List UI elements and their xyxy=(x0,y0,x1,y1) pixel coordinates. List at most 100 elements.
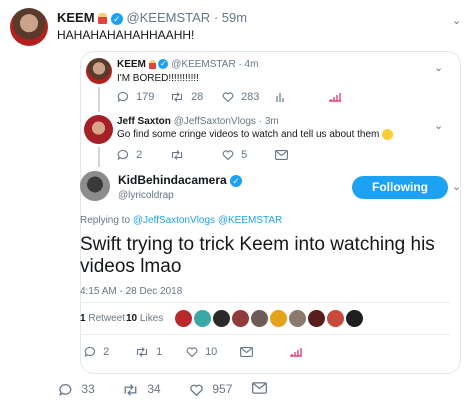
reply-button[interactable]: 33 xyxy=(58,382,95,397)
thread-author-name[interactable]: KEEM xyxy=(117,59,146,70)
analytics-icon xyxy=(329,93,341,102)
focus-author-line: KidBehindacamera ✓ xyxy=(118,173,243,187)
popcorn-icon xyxy=(98,13,108,25)
retweets-summary[interactable]: 1 Retweet xyxy=(80,313,125,324)
chevron-down-icon[interactable]: ⌄ xyxy=(452,180,461,193)
reply-button[interactable]: 2 xyxy=(117,149,142,161)
popcorn-icon xyxy=(148,59,156,69)
thread-tweet-time[interactable]: · 3m xyxy=(259,116,279,127)
keem-avatar[interactable] xyxy=(10,8,48,46)
thread-tweet-1-text: I'M BORED!!!!!!!!!!! xyxy=(117,73,199,84)
reply-icon xyxy=(117,150,129,161)
focus-tweet-text-line-1: Swift trying to trick Keem into watching… xyxy=(80,234,435,255)
heart-icon xyxy=(190,384,203,396)
retweet-button[interactable]: 34 xyxy=(122,382,161,397)
verified-icon: ✓ xyxy=(230,174,243,187)
focus-tweet-timestamp[interactable]: 4:15 AM - 28 Dec 2018 xyxy=(80,286,182,297)
thread-tweet-2-header: Jeff Saxton @JeffSaxtonVlogs · 3m xyxy=(117,116,279,127)
liker-avatar[interactable] xyxy=(308,310,325,327)
heart-icon xyxy=(186,347,198,358)
divider xyxy=(80,334,450,335)
thread-connector xyxy=(98,87,100,112)
heart-icon xyxy=(222,150,234,161)
thread-tweet-2-text: Go find some cringe videos to watch and … xyxy=(117,129,394,140)
reply-button[interactable]: 2 xyxy=(84,346,109,358)
liker-avatar[interactable] xyxy=(289,310,306,327)
keem-avatar[interactable] xyxy=(86,58,112,84)
liker-avatar[interactable] xyxy=(251,310,268,327)
retweets-count: 1 xyxy=(80,313,86,324)
retweet-icon xyxy=(136,347,148,357)
like-button[interactable]: 957 xyxy=(189,382,232,397)
liker-avatar[interactable] xyxy=(213,310,230,327)
kid-avatar[interactable] xyxy=(80,171,110,201)
focus-author-name[interactable]: KidBehindacamera xyxy=(118,173,227,187)
replying-prefix: Replying to xyxy=(80,215,131,226)
message-button[interactable] xyxy=(252,382,267,394)
retweet-button[interactable]: 1 xyxy=(135,346,162,358)
like-button[interactable]: 283 xyxy=(222,91,259,103)
reply-icon xyxy=(84,347,96,358)
retweet-icon xyxy=(171,92,183,102)
focus-tweet-text-line-2: videos lmao xyxy=(80,256,182,277)
retweet-button[interactable] xyxy=(170,149,184,161)
reply-icon xyxy=(117,92,129,103)
thread-author-name[interactable]: Jeff Saxton xyxy=(117,116,171,127)
liker-avatar[interactable] xyxy=(270,310,287,327)
thread-author-handle[interactable]: @KEEMSTAR xyxy=(171,59,235,70)
focus-author-handle[interactable]: @lyricoldrap xyxy=(118,190,174,201)
reply-count: 179 xyxy=(136,91,155,103)
thread-tweet-time[interactable]: · 4m xyxy=(238,59,258,70)
envelope-icon xyxy=(240,347,253,358)
message-button[interactable] xyxy=(275,149,288,161)
following-button[interactable]: Following xyxy=(352,176,448,199)
replying-to-links[interactable]: @JeffSaxtonVlogs @KEEMSTAR xyxy=(133,215,282,226)
message-button[interactable] xyxy=(240,346,253,358)
thread-tweet-1-header: KEEM ✓ @KEEMSTAR · 4m xyxy=(117,59,258,70)
main-tweet-text: HAHAHAHAHAHHAAHH! xyxy=(57,28,195,42)
activity-button[interactable] xyxy=(275,91,285,103)
reply-button[interactable]: 179 xyxy=(117,91,154,103)
retweet-icon xyxy=(171,150,183,160)
analytics-button[interactable] xyxy=(289,346,303,358)
jeff-avatar[interactable] xyxy=(84,115,113,144)
envelope-icon xyxy=(275,150,288,161)
likes-label: Likes xyxy=(139,313,164,324)
verified-icon: ✓ xyxy=(110,12,123,25)
liker-avatar[interactable] xyxy=(232,310,249,327)
like-button[interactable]: 5 xyxy=(222,149,247,161)
chevron-down-icon[interactable]: ⌄ xyxy=(452,14,461,27)
verified-icon: ✓ xyxy=(158,59,169,70)
likes-count: 10 xyxy=(126,313,138,324)
likes-summary[interactable]: 10 Likes xyxy=(126,313,163,324)
main-author-name[interactable]: KEEM xyxy=(57,10,95,25)
retweet-icon xyxy=(124,384,137,396)
chevron-down-icon[interactable]: ⌄ xyxy=(434,61,443,74)
grinning-sweat-emoji-icon xyxy=(382,129,394,140)
liker-avatars xyxy=(175,310,363,328)
divider xyxy=(80,302,450,303)
main-author-handle[interactable]: @KEEMSTAR xyxy=(126,10,210,25)
liker-avatar[interactable] xyxy=(327,310,344,327)
retweet-count: 34 xyxy=(147,382,161,396)
main-tweet-time[interactable]: · 59m xyxy=(214,10,247,25)
liker-avatar[interactable] xyxy=(346,310,363,327)
analytics-icon xyxy=(290,348,302,357)
analytics-button[interactable] xyxy=(328,91,342,103)
thread-author-handle[interactable]: @JeffSaxtonVlogs xyxy=(174,116,256,127)
chevron-down-icon[interactable]: ⌄ xyxy=(434,119,443,132)
retweet-button[interactable]: 28 xyxy=(170,91,203,103)
like-count: 957 xyxy=(212,382,233,396)
like-count: 5 xyxy=(241,149,248,161)
reply-count: 2 xyxy=(103,346,110,358)
like-count: 10 xyxy=(205,346,218,358)
reply-icon xyxy=(59,383,72,396)
heart-icon xyxy=(222,92,234,103)
like-button[interactable]: 10 xyxy=(186,346,217,358)
main-tweet-header: KEEM ✓ @KEEMSTAR · 59m xyxy=(57,10,247,25)
replying-to-line: Replying to @JeffSaxtonVlogs @KEEMSTAR xyxy=(80,215,282,226)
like-count: 283 xyxy=(241,91,260,103)
liker-avatar[interactable] xyxy=(175,310,192,327)
retweet-count: 28 xyxy=(191,91,204,103)
liker-avatar[interactable] xyxy=(194,310,211,327)
